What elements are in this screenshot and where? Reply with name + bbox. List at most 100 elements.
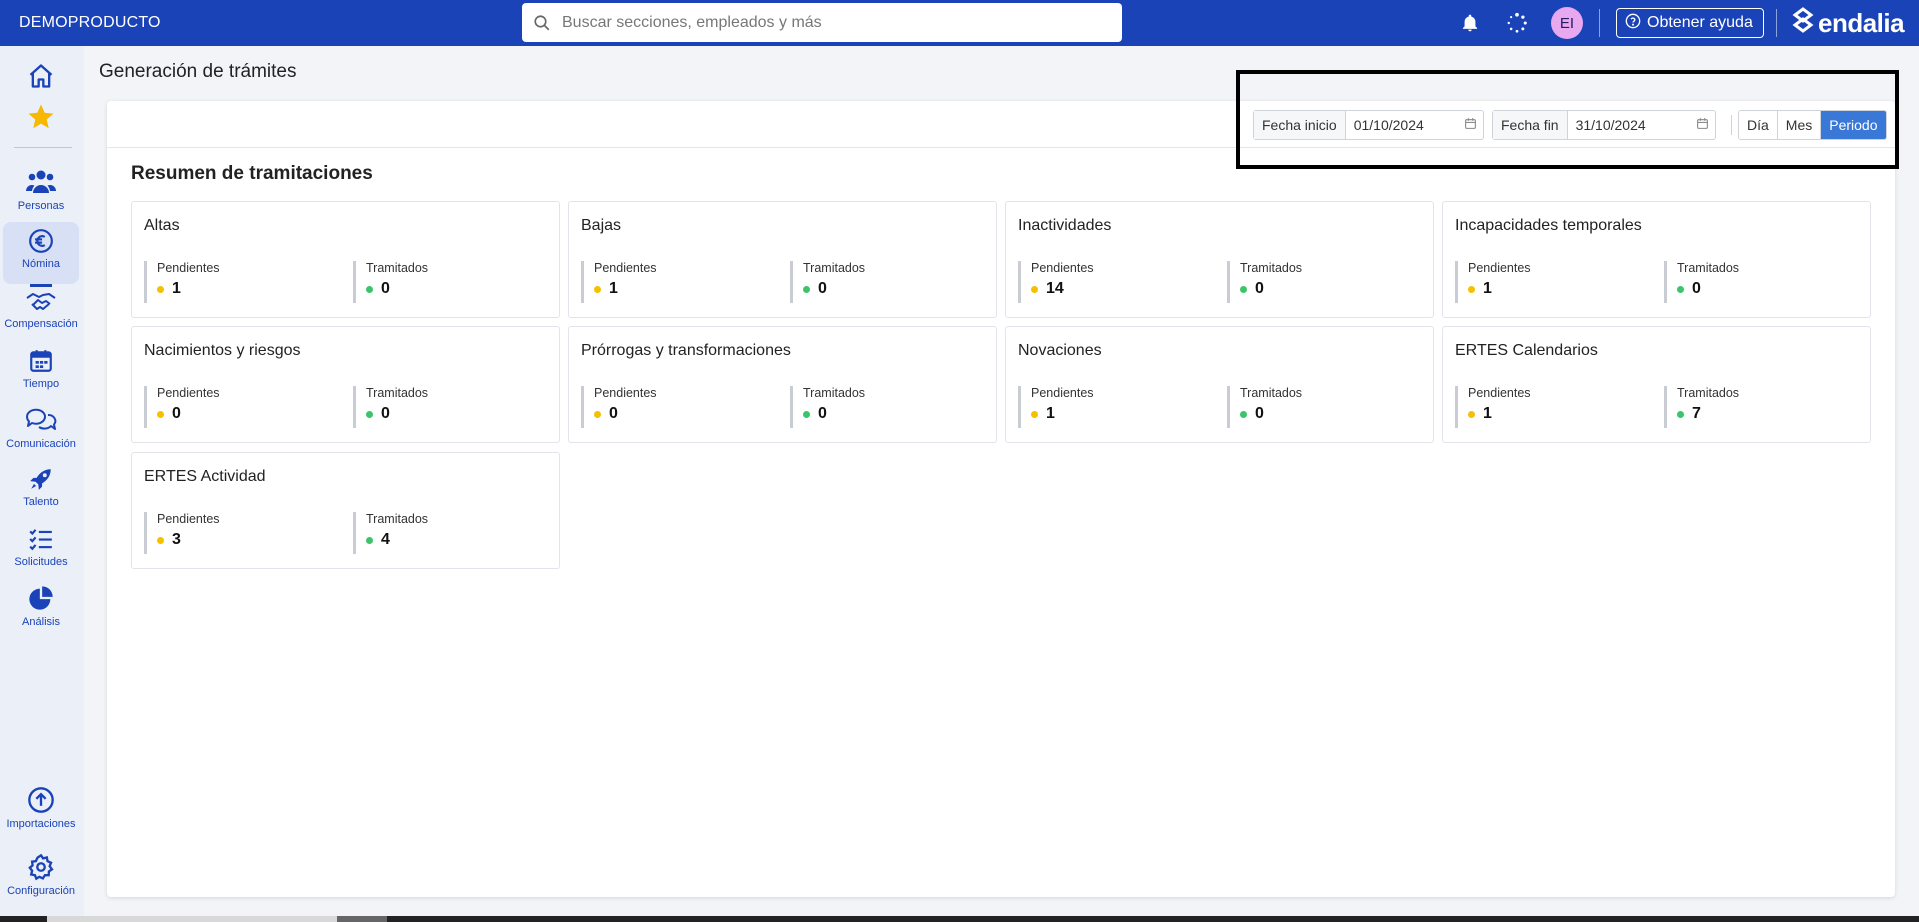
done-count: 0 [1255, 405, 1264, 422]
summary-tile[interactable]: Bajas Pendientes 1 Tramitados 0 [568, 201, 997, 318]
people-icon [25, 168, 57, 196]
sidebar-item-label: Configuración [7, 885, 75, 897]
scrollbar-thumb[interactable] [337, 916, 387, 922]
chat-icon [25, 406, 57, 434]
sidebar-item-personas[interactable]: Personas [3, 168, 79, 212]
done-label: Tramitados [366, 512, 429, 526]
pending-stat: Pendientes 1 [1455, 261, 1531, 303]
sidebar-item-label: Nómina [22, 258, 60, 270]
done-stat: Tramitados 4 [353, 512, 428, 554]
sidebar-item-compensacion[interactable]: Compensación [3, 284, 79, 330]
pending-stat: Pendientes 1 [1455, 386, 1531, 428]
pending-dot-icon [1031, 285, 1038, 293]
done-dot-icon [1677, 410, 1684, 418]
done-count: 0 [1692, 280, 1701, 297]
calendar-icon [28, 348, 54, 374]
summary-tile[interactable]: Novaciones Pendientes 1 Tramitados 0 [1005, 326, 1434, 443]
sidebar-item-label: Compensación [4, 318, 78, 330]
summary-tile[interactable]: Incapacidades temporales Pendientes 1 Trami… [1442, 201, 1871, 318]
sidebar-divider [14, 147, 72, 148]
done-stat: Tramitados 0 [1664, 261, 1739, 303]
tile-title: Altas [144, 217, 180, 234]
tile-title: Novaciones [1018, 342, 1102, 359]
scrollbar-segment [47, 916, 337, 922]
done-count: 0 [818, 280, 827, 297]
pending-label: Pendientes [157, 512, 220, 526]
pending-dot-icon [1031, 410, 1038, 418]
sidebar-item-label: Personas [17, 200, 65, 212]
pending-label: Pendientes [594, 261, 657, 275]
done-label: Tramitados [366, 386, 429, 400]
summary-tile[interactable]: Prórrogas y transformaciones Pendientes 0 T… [568, 326, 997, 443]
bottom-scrollbar[interactable] [0, 916, 1919, 922]
done-count: 0 [818, 405, 827, 422]
pending-count: 0 [609, 405, 618, 422]
endalia-logo[interactable]: endalia [1791, 6, 1905, 40]
sidebar-item-configuracion[interactable]: Configuración [3, 853, 79, 897]
logo-mark-icon [1791, 6, 1815, 40]
pending-count: 3 [172, 531, 181, 548]
done-dot-icon [1240, 285, 1247, 293]
pending-dot-icon [157, 536, 164, 544]
done-count: 0 [381, 405, 390, 422]
pending-stat: Pendientes 0 [144, 386, 220, 428]
company-name[interactable]: DEMOPRODUCTO [19, 14, 161, 32]
pending-label: Pendientes [157, 386, 220, 400]
handshake-icon [26, 290, 56, 314]
pending-dot-icon [594, 285, 601, 293]
pending-count: 1 [172, 280, 181, 297]
done-dot-icon [1677, 285, 1684, 293]
sidebar-item-analisis[interactable]: Análisis [3, 584, 79, 628]
pending-stat: Pendientes 1 [581, 261, 657, 303]
done-label: Tramitados [1677, 261, 1740, 275]
pending-dot-icon [594, 410, 601, 418]
done-dot-icon [366, 285, 373, 293]
summary-tile[interactable]: ERTES Calendarios Pendientes 1 Tramitados 7 [1442, 326, 1871, 443]
section-title: Resumen de tramitaciones [131, 163, 373, 184]
pending-stat: Pendientes 14 [1018, 261, 1094, 303]
done-dot-icon [366, 410, 373, 418]
summary-tile[interactable]: Nacimientos y riesgos Pendientes 0 Tramitad… [131, 326, 560, 443]
pending-label: Pendientes [1468, 386, 1531, 400]
done-count: 0 [381, 280, 390, 297]
top-bar: DEMOPRODUCTO EI Obtener ayuda endalia [0, 0, 1919, 46]
pending-stat: Pendientes 0 [581, 386, 657, 428]
sidebar-item-talento[interactable]: Talento [3, 466, 79, 508]
done-label: Tramitados [1240, 261, 1303, 275]
done-dot-icon [366, 536, 373, 544]
summary-tile[interactable]: Altas Pendientes 1 Tramitados 0 [131, 201, 560, 318]
search-icon [522, 3, 562, 42]
done-dot-icon [803, 410, 810, 418]
sidebar-item-label: Importaciones [6, 818, 76, 830]
done-stat: Tramitados 0 [353, 386, 428, 428]
sidebar-item-importaciones[interactable]: Importaciones [3, 786, 79, 830]
sidebar-item-home[interactable] [3, 62, 79, 90]
checklist-icon [28, 526, 54, 552]
summary-tile[interactable]: ERTES Actividad Pendientes 3 Tramitados 4 [131, 452, 560, 569]
sidebar-item-solicitudes[interactable]: Solicitudes [3, 526, 79, 568]
pending-count: 14 [1046, 280, 1064, 297]
done-dot-icon [1240, 410, 1247, 418]
sidebar-item-favorites[interactable] [3, 102, 79, 132]
sidebar-item-tiempo[interactable]: Tiempo [3, 348, 79, 390]
sidebar-item-nomina[interactable]: Nómina [3, 222, 79, 284]
pending-stat: Pendientes 1 [144, 261, 220, 303]
tile-title: Bajas [581, 217, 622, 234]
help-button[interactable]: Obtener ayuda [1616, 8, 1764, 38]
pending-label: Pendientes [1031, 386, 1094, 400]
done-stat: Tramitados 7 [1664, 386, 1739, 428]
done-label: Tramitados [803, 386, 866, 400]
pending-dot-icon [1468, 410, 1475, 418]
loading-spinner-icon[interactable] [1505, 11, 1529, 35]
pending-dot-icon [157, 410, 164, 418]
sidebar-item-comunicacion[interactable]: Comunicación [3, 406, 79, 450]
pending-stat: Pendientes 1 [1018, 386, 1094, 428]
avatar[interactable]: EI [1551, 7, 1583, 39]
search-input[interactable] [562, 13, 1122, 32]
top-divider [1776, 9, 1777, 37]
bell-icon[interactable] [1458, 11, 1482, 35]
done-label: Tramitados [1677, 386, 1740, 400]
search-box[interactable] [522, 3, 1122, 42]
tile-title: Inactividades [1018, 217, 1112, 234]
summary-tile[interactable]: Inactividades Pendientes 14 Tramitados 0 [1005, 201, 1434, 318]
